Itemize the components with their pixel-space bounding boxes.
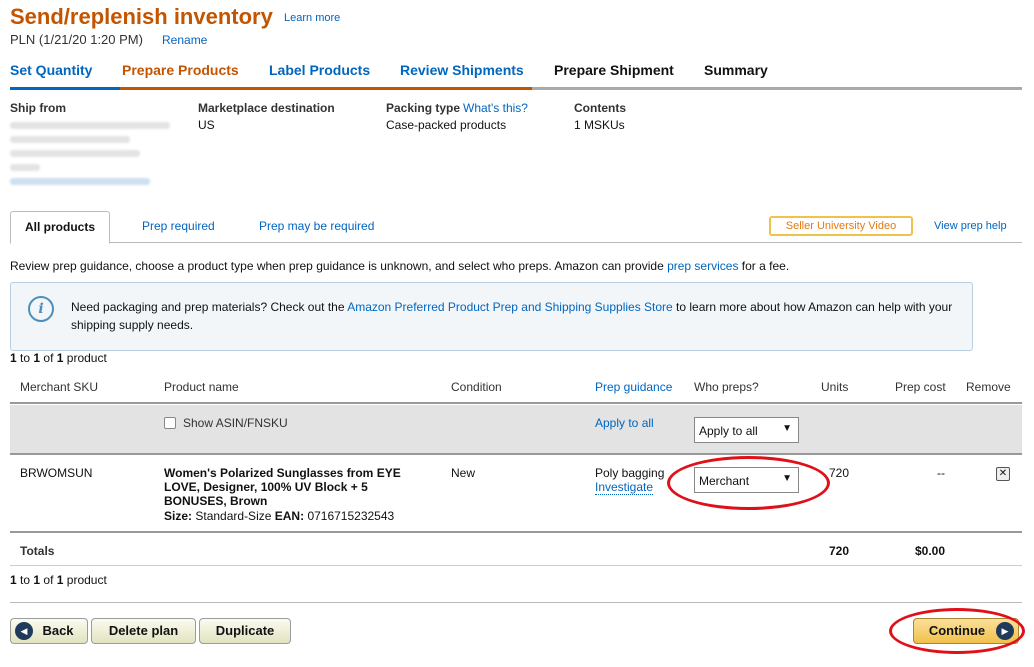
col-product-name: Product name <box>164 380 239 394</box>
col-merchant-sku: Merchant SKU <box>20 380 99 394</box>
table-header: Merchant SKU Product name Condition Prep… <box>10 370 1022 404</box>
tab-prep-may-be-required[interactable]: Prep may be required <box>245 211 388 243</box>
prep-guidance-text: Review prep guidance, choose a product t… <box>10 259 789 273</box>
plan-name: PLN (1/21/20 1:20 PM) <box>10 32 143 47</box>
step-label-products[interactable]: Label Products <box>269 62 370 78</box>
duplicate-label: Duplicate <box>215 623 275 638</box>
contents-label: Contents <box>574 101 626 115</box>
page-of: of <box>40 351 57 365</box>
duplicate-button[interactable]: Duplicate <box>199 618 291 644</box>
page-unit: product <box>63 351 107 365</box>
step-prepare-products[interactable]: Prepare Products <box>122 62 239 78</box>
info-icon: i <box>28 296 54 322</box>
row-prep-guidance: Poly bagging <box>595 466 665 480</box>
step-set-quantity[interactable]: Set Quantity <box>10 62 92 78</box>
col-prep-cost: Prep cost <box>895 380 946 394</box>
step-prepare-shipment: Prepare Shipment <box>554 62 674 78</box>
investigate-link[interactable]: Investigate <box>595 480 654 495</box>
step-review-shipments[interactable]: Review Shipments <box>400 62 524 78</box>
back-label: Back <box>42 623 74 638</box>
pagination-count-top: 1 to 1 of 1 product <box>10 351 107 365</box>
rename-link[interactable]: Rename <box>162 33 207 47</box>
totals-prep-cost: $0.00 <box>915 544 946 558</box>
who-preps-select[interactable]: Merchant ▼ <box>694 467 799 493</box>
workflow-steps: Set Quantity Prepare Products Label Prod… <box>10 62 1022 90</box>
tab-all-products[interactable]: All products <box>10 211 111 244</box>
apply-select-value: Apply to all <box>699 424 758 438</box>
ean-label: EAN: <box>274 509 305 523</box>
show-asin-checkbox[interactable] <box>164 417 176 429</box>
tab-prep-required[interactable]: Prep required <box>128 211 229 243</box>
step-summary: Summary <box>704 62 768 78</box>
row-units: 720 <box>829 466 850 480</box>
contents-value: 1 MSKUs <box>574 118 625 132</box>
size-value: Standard-Size <box>195 509 272 523</box>
totals-label: Totals <box>20 544 55 558</box>
row-product-name: Women's Polarized Sunglasses from EYE LO… <box>164 466 401 508</box>
pagination-count-bottom: 1 to 1 of 1 product <box>10 573 107 587</box>
info-text-before: Need packaging and prep materials? Check… <box>71 300 348 314</box>
ship-from-label: Ship from <box>10 101 66 115</box>
packing-type-value: Case-packed products <box>386 118 507 132</box>
ship-from-address-redacted <box>10 118 180 188</box>
arrow-left-icon: ◀ <box>15 622 33 640</box>
row-sku: BRWOMSUN <box>20 466 93 480</box>
page-of: of <box>40 573 57 587</box>
seller-university-video-button[interactable]: Seller University Video <box>769 216 913 236</box>
col-who-preps: Who preps? <box>694 380 759 394</box>
totals-row <box>10 534 1022 566</box>
packing-type-label: Packing type <box>386 101 461 115</box>
guidance-text-before: Review prep guidance, choose a product t… <box>10 259 668 273</box>
learn-more-link[interactable]: Learn more <box>284 12 340 24</box>
chevron-down-icon: ▼ <box>782 423 792 434</box>
chevron-down-icon: ▼ <box>782 473 792 484</box>
row-condition: New <box>451 466 476 480</box>
table-row <box>10 456 1022 533</box>
apply-all-row <box>10 405 1022 455</box>
remove-row-button[interactable]: ✕ <box>996 467 1010 481</box>
step-progress-active <box>120 87 532 90</box>
marketplace-label: Marketplace destination <box>198 101 335 115</box>
page-to: to <box>16 573 34 587</box>
prep-services-link[interactable]: prep services <box>667 259 738 273</box>
delete-plan-label: Delete plan <box>108 623 179 638</box>
delete-plan-button[interactable]: Delete plan <box>91 618 196 644</box>
page-unit: product <box>63 573 107 587</box>
apply-prep-to-all-link[interactable]: Apply to all <box>595 416 654 430</box>
marketplace-value: US <box>198 118 215 132</box>
view-prep-help-link[interactable]: View prep help <box>934 220 1007 232</box>
continue-button[interactable]: Continue ▶ <box>913 618 1019 644</box>
page-to: to <box>16 351 34 365</box>
row-prep-cost: -- <box>937 466 945 480</box>
col-prep-guidance[interactable]: Prep guidance <box>595 380 672 394</box>
back-button[interactable]: ◀ Back <box>10 618 88 644</box>
supplies-store-link[interactable]: Amazon Preferred Product Prep and Shippi… <box>347 300 673 314</box>
continue-label: Continue <box>928 623 986 638</box>
ean-value: 0716715232543 <box>307 509 395 523</box>
totals-units: 720 <box>829 544 850 558</box>
whats-this-link[interactable]: What's this? <box>463 101 528 115</box>
show-asin-label: Show ASIN/FNSKU <box>183 416 288 430</box>
who-preps-value: Merchant <box>699 474 750 488</box>
page-start: 1 <box>10 351 17 365</box>
guidance-text-after: for a fee. <box>738 259 790 273</box>
col-units: Units <box>821 380 849 394</box>
supplies-info-text: Need packaging and prep materials? Check… <box>71 298 961 334</box>
page-title: Send/replenish inventory <box>10 4 273 29</box>
col-condition: Condition <box>451 380 502 394</box>
page-start: 1 <box>10 573 17 587</box>
col-remove: Remove <box>966 380 1011 394</box>
row-size-ean: Size: Standard-Size EAN: 0716715232543 <box>164 509 394 523</box>
divider <box>10 602 1022 603</box>
arrow-right-icon: ▶ <box>996 622 1014 640</box>
size-label: Size: <box>164 509 193 523</box>
apply-who-preps-select[interactable]: Apply to all ▼ <box>694 417 799 443</box>
